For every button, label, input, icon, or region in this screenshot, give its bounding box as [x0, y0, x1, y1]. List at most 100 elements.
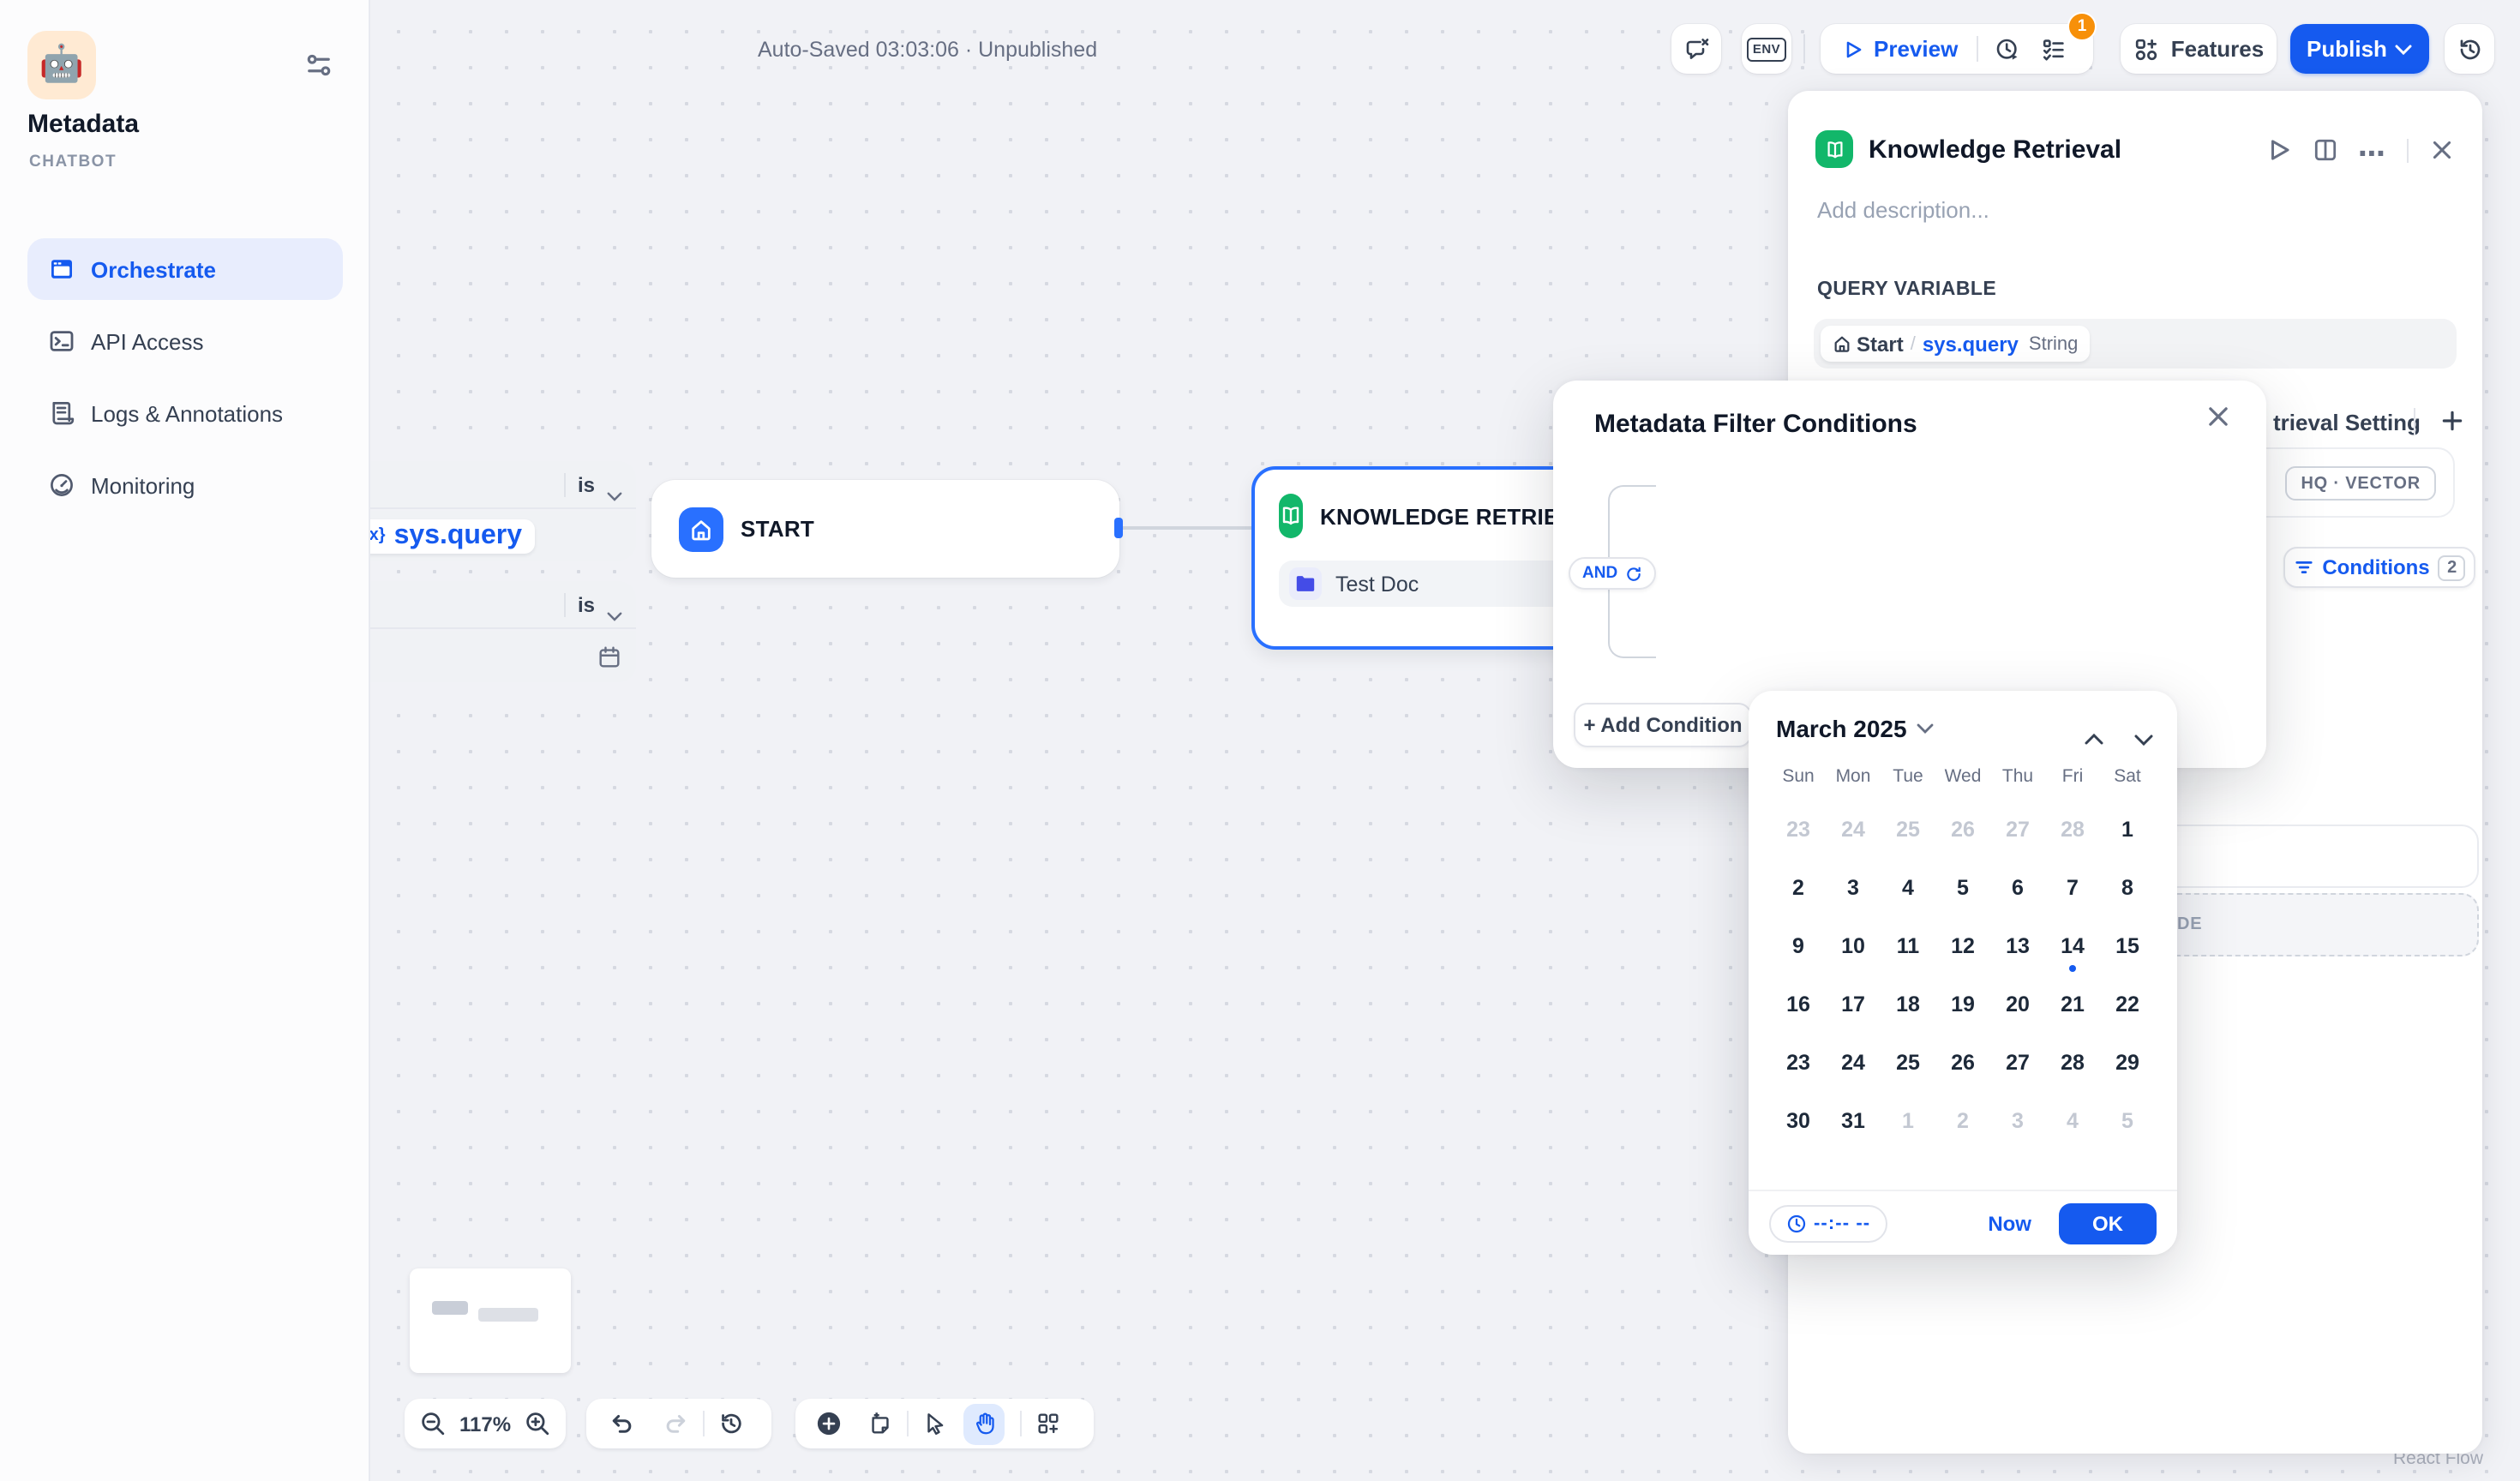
edge-source-handle[interactable]: [1114, 518, 1123, 538]
calendar-day[interactable]: 18: [1881, 975, 1935, 1034]
minimap[interactable]: [410, 1268, 571, 1373]
workflow-history-icon[interactable]: [718, 1411, 744, 1436]
version-history-button[interactable]: [2445, 24, 2494, 74]
query-variable-field[interactable]: Start / sys.query String: [1814, 319, 2457, 369]
next-month-icon[interactable]: [2134, 723, 2153, 735]
calendar-day[interactable]: 28: [2045, 800, 2100, 859]
calendar-day[interactable]: 2: [1771, 859, 1826, 917]
calendar-day[interactable]: 19: [1935, 975, 1990, 1034]
preview-toolbar: Preview: [1821, 24, 2093, 74]
zoom-out-icon[interactable]: [420, 1411, 446, 1436]
checklist-icon[interactable]: [2040, 35, 2067, 63]
more-options-icon[interactable]: ⋯: [2358, 137, 2386, 163]
preview-button[interactable]: Preview: [1821, 36, 1958, 62]
close-modal-icon[interactable]: [2205, 403, 2232, 430]
metadata-conditions-button[interactable]: Conditions 2: [2283, 547, 2475, 588]
calendar-day[interactable]: 30: [1771, 1092, 1826, 1150]
calendar-day[interactable]: 23: [1771, 1034, 1826, 1092]
calendar-day[interactable]: 1: [1881, 1092, 1935, 1150]
calendar-day[interactable]: 13: [1990, 917, 2045, 975]
add-note-icon[interactable]: [867, 1411, 893, 1436]
calendar-day[interactable]: 4: [1881, 859, 1935, 917]
calendar-day[interactable]: 27: [1990, 1034, 2045, 1092]
calendar-day[interactable]: 27: [1990, 800, 2045, 859]
calendar-day[interactable]: 15: [2100, 917, 2155, 975]
features-button[interactable]: Features: [2121, 24, 2277, 74]
calendar-day[interactable]: 16: [1771, 975, 1826, 1034]
calendar-day[interactable]: 17: [1826, 975, 1881, 1034]
calendar-day[interactable]: 11: [1881, 917, 1935, 975]
pointer-mode-icon[interactable]: [922, 1411, 948, 1436]
calendar-icon[interactable]: [597, 644, 622, 669]
time-input[interactable]: --:-- --: [1769, 1204, 1887, 1242]
calendar-day[interactable]: 24: [1826, 800, 1881, 859]
comparator-select[interactable]: is: [578, 592, 595, 616]
calendar-day[interactable]: 12: [1935, 917, 1990, 975]
run-history-icon[interactable]: [1994, 35, 2021, 63]
add-node-icon[interactable]: [816, 1411, 842, 1436]
sidebar-item-monitoring[interactable]: Monitoring: [27, 454, 343, 516]
now-button[interactable]: Now: [1988, 1211, 2031, 1235]
calendar-day[interactable]: 14: [2045, 917, 2100, 975]
sidebar-item-api-access[interactable]: API Access: [27, 310, 343, 372]
zoom-in-icon[interactable]: [525, 1411, 550, 1436]
calendar-day[interactable]: 7: [2045, 859, 2100, 917]
close-panel-icon[interactable]: [2429, 137, 2455, 163]
calendar-day[interactable]: 3: [1826, 859, 1881, 917]
calendar-day[interactable]: 10: [1826, 917, 1881, 975]
annotation-button[interactable]: [1671, 24, 1721, 74]
chevron-down-icon: [607, 599, 622, 609]
calendar-day[interactable]: 25: [1881, 1034, 1935, 1092]
weekday-label: Tue: [1881, 766, 1935, 787]
publish-button[interactable]: Publish: [2290, 24, 2429, 74]
play-icon: [1843, 39, 1863, 59]
panel-dashed-box[interactable]: DE: [2151, 893, 2479, 956]
logical-operator-toggle[interactable]: AND: [1569, 557, 1655, 590]
panel-input-box[interactable]: [2151, 824, 2479, 888]
run-node-icon[interactable]: [2265, 137, 2291, 163]
sidebar-item-logs-annotations[interactable]: Logs & Annotations: [27, 382, 343, 444]
zoom-level[interactable]: 117%: [459, 1412, 511, 1436]
calendar-day[interactable]: 28: [2045, 1034, 2100, 1092]
env-variables-button[interactable]: ENV: [1742, 24, 1791, 74]
calendar-day[interactable]: 20: [1990, 975, 2045, 1034]
calendar-day[interactable]: 24: [1826, 1034, 1881, 1092]
folder-icon: [1289, 567, 1322, 600]
calendar-day[interactable]: 2: [1935, 1092, 1990, 1150]
chevron-down-icon: [2396, 44, 2413, 54]
dataset-item[interactable]: Test Doc: [1279, 561, 1567, 607]
ok-button[interactable]: OK: [2059, 1202, 2157, 1244]
calendar-day[interactable]: 4: [2045, 1092, 2100, 1150]
calendar-day[interactable]: 8: [2100, 859, 2155, 917]
calendar-day[interactable]: 26: [1935, 1034, 1990, 1092]
calendar-day[interactable]: 31: [1826, 1092, 1881, 1150]
calendar-day[interactable]: 5: [2100, 1092, 2155, 1150]
calendar-day[interactable]: 9: [1771, 917, 1826, 975]
month-select[interactable]: March 2025: [1776, 715, 1935, 742]
calendar-day[interactable]: 6: [1990, 859, 2045, 917]
calendar-day[interactable]: 29: [2100, 1034, 2155, 1092]
redo-icon[interactable]: [663, 1411, 689, 1436]
calendar-day[interactable]: 23: [1771, 800, 1826, 859]
hand-mode-icon[interactable]: [963, 1403, 1005, 1444]
add-knowledge-icon[interactable]: [2439, 408, 2465, 434]
prev-month-icon[interactable]: [2085, 723, 2103, 735]
comparator-select[interactable]: is: [578, 472, 595, 496]
sidebar-item-orchestrate[interactable]: Orchestrate: [27, 238, 343, 300]
organize-nodes-icon[interactable]: [1035, 1411, 1061, 1436]
description-placeholder[interactable]: Add description...: [1817, 197, 1989, 223]
calendar-day[interactable]: 26: [1935, 800, 1990, 859]
divider: [1803, 34, 1805, 63]
knowledge-retrieval-node[interactable]: KNOWLEDGE RETRIEVAL Test Doc: [1251, 466, 1594, 650]
undo-icon[interactable]: [609, 1411, 634, 1436]
app-settings-icon[interactable]: [303, 50, 334, 81]
calendar-day[interactable]: 25: [1881, 800, 1935, 859]
calendar-day[interactable]: 5: [1935, 859, 1990, 917]
start-node[interactable]: START: [651, 480, 1119, 578]
calendar-day[interactable]: 3: [1990, 1092, 2045, 1150]
layout-columns-icon[interactable]: [2312, 137, 2337, 163]
add-condition-button[interactable]: + Add Condition: [1574, 703, 1752, 747]
calendar-day[interactable]: 1: [2100, 800, 2155, 859]
calendar-day[interactable]: 21: [2045, 975, 2100, 1034]
calendar-day[interactable]: 22: [2100, 975, 2155, 1034]
